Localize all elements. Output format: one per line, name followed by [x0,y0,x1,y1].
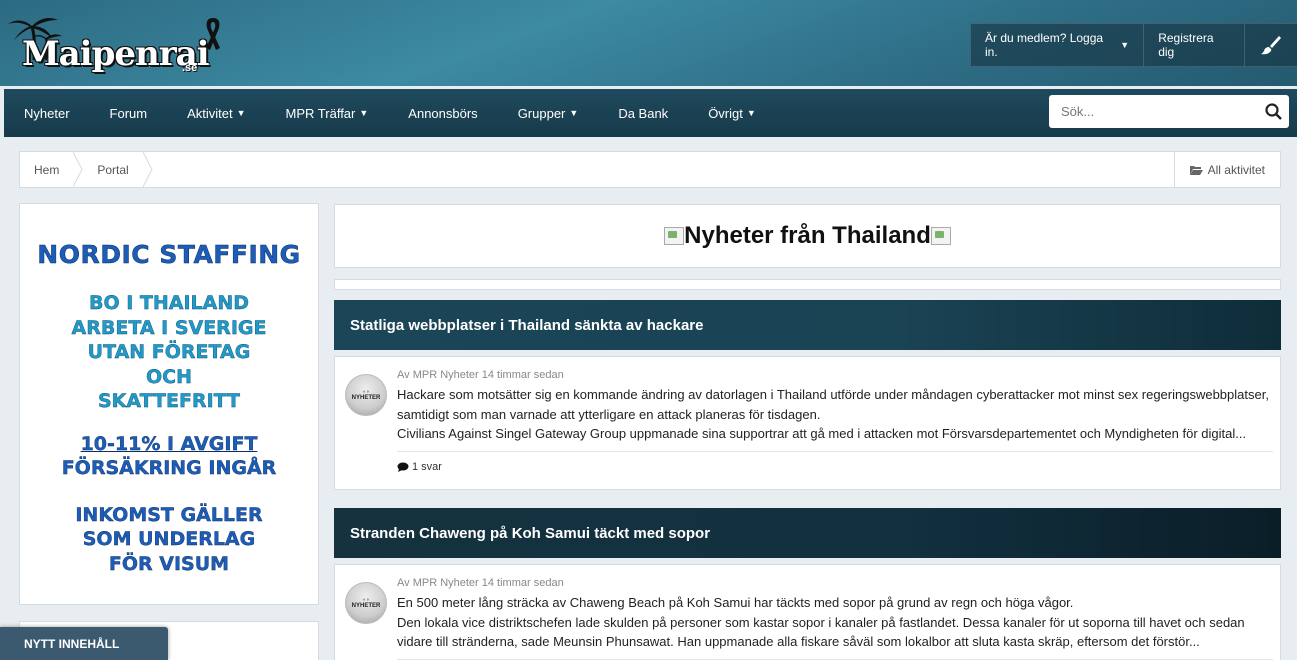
register-label: Registrera dig [1158,31,1214,59]
avatar-label: NYHETER [351,603,381,609]
nav-item-annonsbors[interactable]: Annonsbörs [388,89,497,137]
avatar[interactable]: ◐◑ NYHETER [345,582,387,624]
breadcrumb: Hem Portal All aktivitet [19,151,1281,188]
breadcrumb-label: Portal [97,162,129,177]
user-bar: Är du medlem? Logga in. ▼ Registrera dig [970,23,1297,67]
nav-label: Grupper [517,105,566,121]
ad-title: NORDIC STAFFING [37,240,301,270]
search-input[interactable] [1049,95,1257,128]
article-meta: Av MPR Nyheter 14 timmar sedan [397,577,564,589]
logo-text: Maipenrai [22,34,210,74]
nav-label: Nyheter [24,105,70,121]
excerpt-line: vidare till stränderna, sade Meunsin Phu… [397,634,1200,649]
ad-line: ARBETA I SVERIGE [71,316,267,339]
breadcrumb-item-portal[interactable]: Portal [83,152,142,187]
caret-down-icon: ▼ [236,108,246,118]
sidebar-ad[interactable]: NORDIC STAFFING BO I THAILAND ARBETA I S… [19,203,319,605]
ad-line: UTAN FÖRETAG [87,341,251,363]
article-title: Statliga webbplatser i Thailand sänkta a… [350,316,704,334]
ad-line: 10-11% I AVGIFT [80,432,258,455]
ad-line: SKATTEFRITT [97,390,240,412]
nav-item-nyheter[interactable]: Nyheter [4,89,90,137]
search-box [1049,95,1289,128]
nav-item-aktivitet[interactable]: Aktivitet ▼ [167,89,265,137]
caret-down-icon: ▼ [746,108,756,118]
nav-label: Da Bank [618,105,669,121]
broken-image-icon [664,227,685,245]
ad-line: FÖRSÄKRING INGÅR [61,457,277,479]
empty-block [334,279,1281,290]
folder-icon [1189,165,1203,175]
search-icon [1264,103,1282,120]
breadcrumb-item-hem[interactable]: Hem [20,152,73,187]
nav-item-ovrigt[interactable]: Övrigt ▼ [688,89,776,137]
ad-block-2: 10-11% I AVGIFT FÖRSÄKRING INGÅR [20,432,318,481]
article-excerpt: En 500 meter lång sträcka av Chaweng Bea… [397,593,1273,652]
login-label: Är du medlem? Logga in. [985,31,1104,59]
paintbrush-icon [1261,36,1281,55]
login-button[interactable]: Är du medlem? Logga in. ▼ [971,24,1145,66]
nav-item-forum[interactable]: Forum [90,89,168,137]
caret-down-icon: ▼ [359,108,369,118]
site-header: Maipenrai .se Är du medlem? Logga in. ▼ … [0,0,1297,86]
broken-image-icon [930,227,951,245]
ad-line: OCH [146,365,192,388]
caret-down-icon: ▼ [569,108,579,118]
register-button[interactable]: Registrera dig [1144,24,1245,66]
excerpt-line: Hackare som motsätter sig en kommande än… [397,387,1269,402]
avatar[interactable]: ◐◑ NYHETER [345,374,387,416]
ad-block-1: BO I THAILAND ARBETA I SVERIGE UTAN FÖRE… [20,291,318,414]
article-title-link[interactable]: Stranden Chaweng på Koh Samui täckt med … [334,508,1281,558]
excerpt-line: En 500 meter lång sträcka av Chaweng Bea… [397,595,1074,610]
nav-item-da-bank[interactable]: Da Bank [598,89,688,137]
nav-label: Aktivitet [187,105,233,121]
article-title-link[interactable]: Statliga webbplatser i Thailand sänkta a… [334,300,1281,350]
divider [397,451,1273,452]
search-button[interactable] [1257,103,1289,120]
all-activity-link[interactable]: All aktivitet [1173,152,1280,187]
article-card: ◐◑ NYHETER Av MPR Nyheter 14 timmar seda… [334,356,1281,490]
reply-count[interactable]: 1 svar [397,461,442,473]
caret-down-icon: ▼ [1120,40,1130,50]
excerpt-line: samtidigt som man varnade att ytterligar… [397,406,821,422]
ad-line: FÖR VISUM [108,552,230,575]
nav-label: Forum [109,105,148,121]
excerpt-line: Den lokala vice distriktschefen lade sku… [397,614,1245,630]
portal-title-text: Nyheter från Thailand [684,222,931,249]
breadcrumb-label: Hem [34,162,60,177]
breadcrumb-separator [73,152,83,187]
article-meta: Av MPR Nyheter 14 timmar sedan [397,369,564,381]
nav-item-grupper[interactable]: Grupper ▼ [498,89,599,137]
article-card: ◐◑ NYHETER Av MPR Nyheter 14 timmar seda… [334,564,1281,660]
breadcrumb-separator [142,152,153,187]
avatar-label: NYHETER [351,395,381,401]
article-title: Stranden Chaweng på Koh Samui täckt med … [350,524,711,542]
ad-line: BO I THAILAND [88,292,250,314]
all-activity-label: All aktivitet [1207,162,1265,177]
portal-title-box: Nyheter från Thailand [334,204,1281,268]
nav-item-mpr-traffar[interactable]: MPR Träffar ▼ [266,89,389,137]
ad-line: SOM UNDERLAG [82,528,256,550]
comment-icon [397,462,409,472]
main-nav: Nyheter Forum Aktivitet ▼ MPR Träffar ▼ An… [4,89,1297,137]
excerpt-line: Civilians Against Singel Gateway Group u… [397,426,1247,441]
portal-title: Nyheter från Thailand [664,222,951,250]
new-content-button[interactable]: NYTT INNEHÅLL [0,627,168,660]
reply-count-label: 1 svar [412,461,442,473]
nav-label: Övrigt [708,105,743,121]
new-content-label: NYTT INNEHÅLL [24,636,120,651]
nav-label: Annonsbörs [408,105,478,121]
nav-label: MPR Träffar [285,105,356,121]
theme-button[interactable] [1245,24,1297,66]
ad-line: INKOMST GÄLLER [75,503,263,526]
article-excerpt: Hackare som motsätter sig en kommande än… [397,385,1273,444]
site-logo[interactable]: Maipenrai .se [6,12,221,76]
logo-suffix: .se [182,62,198,74]
ad-block-3: INKOMST GÄLLER SOM UNDERLAG FÖR VISUM [20,503,318,577]
ribbon-icon [206,18,220,50]
